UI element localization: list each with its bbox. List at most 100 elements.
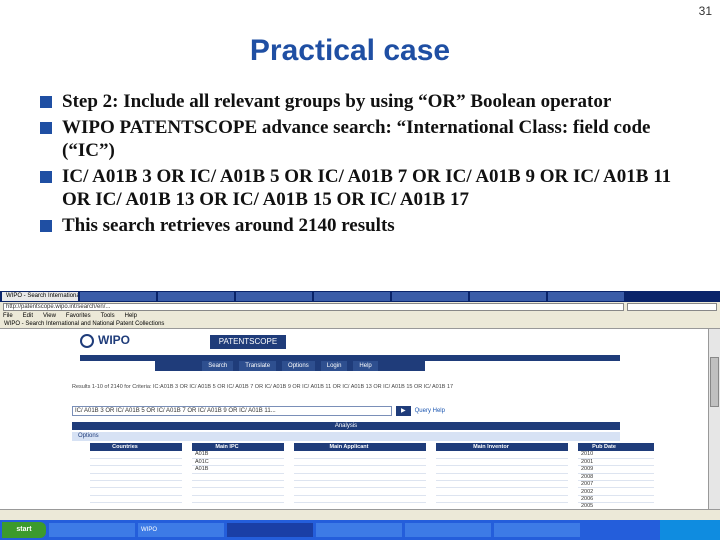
browser-tab[interactable]	[392, 292, 468, 301]
table-cell-label[interactable]: 2008	[578, 473, 630, 482]
taskbar-item[interactable]	[227, 523, 313, 537]
wipo-logo[interactable]: WIPO	[80, 333, 176, 351]
table-row[interactable]	[90, 480, 182, 489]
table-row[interactable]	[294, 473, 426, 482]
table-cell-label[interactable]	[436, 480, 546, 489]
browser-tab[interactable]	[314, 292, 390, 301]
table-cell-label[interactable]	[90, 495, 160, 504]
table-cell-label[interactable]	[294, 451, 404, 459]
browser-tab[interactable]	[236, 292, 312, 301]
table-cell-label[interactable]	[90, 480, 160, 489]
table-row[interactable]: 2002	[578, 487, 654, 496]
table-cell-label[interactable]: 2009	[578, 465, 630, 474]
browser-tab[interactable]	[80, 292, 156, 301]
table-header[interactable]	[546, 443, 568, 451]
table-row[interactable]	[90, 473, 182, 482]
table-cell-label[interactable]	[192, 473, 262, 482]
table-row[interactable]: 2001	[578, 458, 654, 467]
table-cell-label[interactable]: 2006	[578, 495, 630, 504]
table-row[interactable]	[436, 480, 568, 489]
browser-tab[interactable]	[470, 292, 546, 301]
options-bar[interactable]: Options	[72, 432, 620, 441]
table-cell-label[interactable]	[436, 451, 546, 459]
table-row[interactable]	[436, 465, 568, 474]
taskbar-item[interactable]	[494, 523, 580, 537]
table-row[interactable]	[192, 495, 284, 504]
vertical-scrollbar[interactable]	[708, 329, 720, 509]
menu-favorites[interactable]: Favorites	[66, 312, 91, 320]
table-row[interactable]: 2010	[578, 451, 654, 459]
table-header[interactable]	[262, 443, 284, 451]
table-cell-label[interactable]: A01B	[192, 451, 262, 459]
browser-search-input[interactable]	[627, 303, 717, 311]
table-cell-label[interactable]: A01C	[192, 458, 262, 467]
menu-edit[interactable]: Edit	[23, 312, 33, 320]
table-row[interactable]	[90, 495, 182, 504]
nav-options[interactable]: Options	[282, 361, 315, 371]
table-cell-label[interactable]	[90, 473, 160, 482]
browser-tab[interactable]: WIPO - Search International and	[2, 292, 78, 301]
scrollbar-thumb[interactable]	[710, 357, 719, 407]
table-cell-label[interactable]	[294, 465, 404, 474]
table-header[interactable]	[630, 443, 654, 451]
taskbar-item[interactable]	[316, 523, 402, 537]
table-cell-label[interactable]: 2007	[578, 480, 630, 489]
table-cell-label[interactable]	[436, 458, 546, 467]
menu-tools[interactable]: Tools	[101, 312, 115, 320]
table-row[interactable]	[436, 451, 568, 459]
url-input[interactable]: http://patentscope.wipo.int/search/en/..…	[3, 303, 624, 311]
browser-tab[interactable]	[158, 292, 234, 301]
table-row[interactable]	[294, 458, 426, 467]
table-header[interactable]: Main Applicant	[294, 443, 404, 451]
menu-help[interactable]: Help	[125, 312, 137, 320]
table-cell-label[interactable]	[294, 480, 404, 489]
table-row[interactable]: A01C	[192, 458, 284, 467]
table-cell-label[interactable]	[90, 451, 160, 459]
table-cell-label[interactable]	[436, 495, 546, 504]
table-row[interactable]	[90, 458, 182, 467]
taskbar-item[interactable]	[49, 523, 135, 537]
table-cell-label[interactable]: 2010	[578, 451, 630, 459]
browser-tab[interactable]	[548, 292, 624, 301]
nav-login[interactable]: Login	[320, 361, 348, 371]
table-cell-label[interactable]	[294, 487, 404, 496]
nav-search[interactable]: Search	[202, 361, 234, 371]
start-button[interactable]: start	[2, 522, 46, 538]
table-row[interactable]: 2009	[578, 465, 654, 474]
table-row[interactable]	[294, 480, 426, 489]
table-row[interactable]	[436, 495, 568, 504]
nav-help[interactable]: Help	[353, 361, 378, 371]
table-header[interactable]	[160, 443, 182, 451]
menu-file[interactable]: File	[3, 312, 13, 320]
table-row[interactable]: 2007	[578, 480, 654, 489]
table-header[interactable]	[404, 443, 426, 451]
table-header[interactable]: Main IPC	[192, 443, 262, 451]
table-row[interactable]	[294, 495, 426, 504]
table-cell-label[interactable]: 2001	[578, 458, 630, 467]
table-row[interactable]	[294, 487, 426, 496]
table-cell-label[interactable]	[192, 495, 262, 504]
table-row[interactable]	[436, 458, 568, 467]
menu-view[interactable]: View	[43, 312, 56, 320]
table-cell-label[interactable]	[436, 487, 546, 496]
search-button[interactable]: ▶	[396, 406, 411, 416]
table-row[interactable]	[436, 487, 568, 496]
table-cell-label[interactable]	[294, 473, 404, 482]
search-query-input[interactable]: IC/ A01B 3 OR IC/ A01B 5 OR IC/ A01B 7 O…	[72, 406, 392, 416]
nav-translate[interactable]: Translate	[239, 361, 277, 371]
table-cell-label[interactable]	[90, 458, 160, 467]
table-header[interactable]: Main Inventor	[436, 443, 546, 451]
table-row[interactable]	[436, 473, 568, 482]
table-header[interactable]: Countries	[90, 443, 160, 451]
table-row[interactable]: 2008	[578, 473, 654, 482]
taskbar-item[interactable]	[405, 523, 491, 537]
table-row[interactable]	[90, 487, 182, 496]
taskbar-item[interactable]: WIPO	[138, 523, 224, 537]
table-row[interactable]	[294, 451, 426, 459]
table-row[interactable]	[192, 487, 284, 496]
table-cell-label[interactable]: A01B	[192, 465, 262, 474]
table-cell-label[interactable]: 2002	[578, 487, 630, 496]
table-row[interactable]	[192, 473, 284, 482]
table-cell-label[interactable]	[294, 495, 404, 504]
table-row[interactable]: 2006	[578, 495, 654, 504]
